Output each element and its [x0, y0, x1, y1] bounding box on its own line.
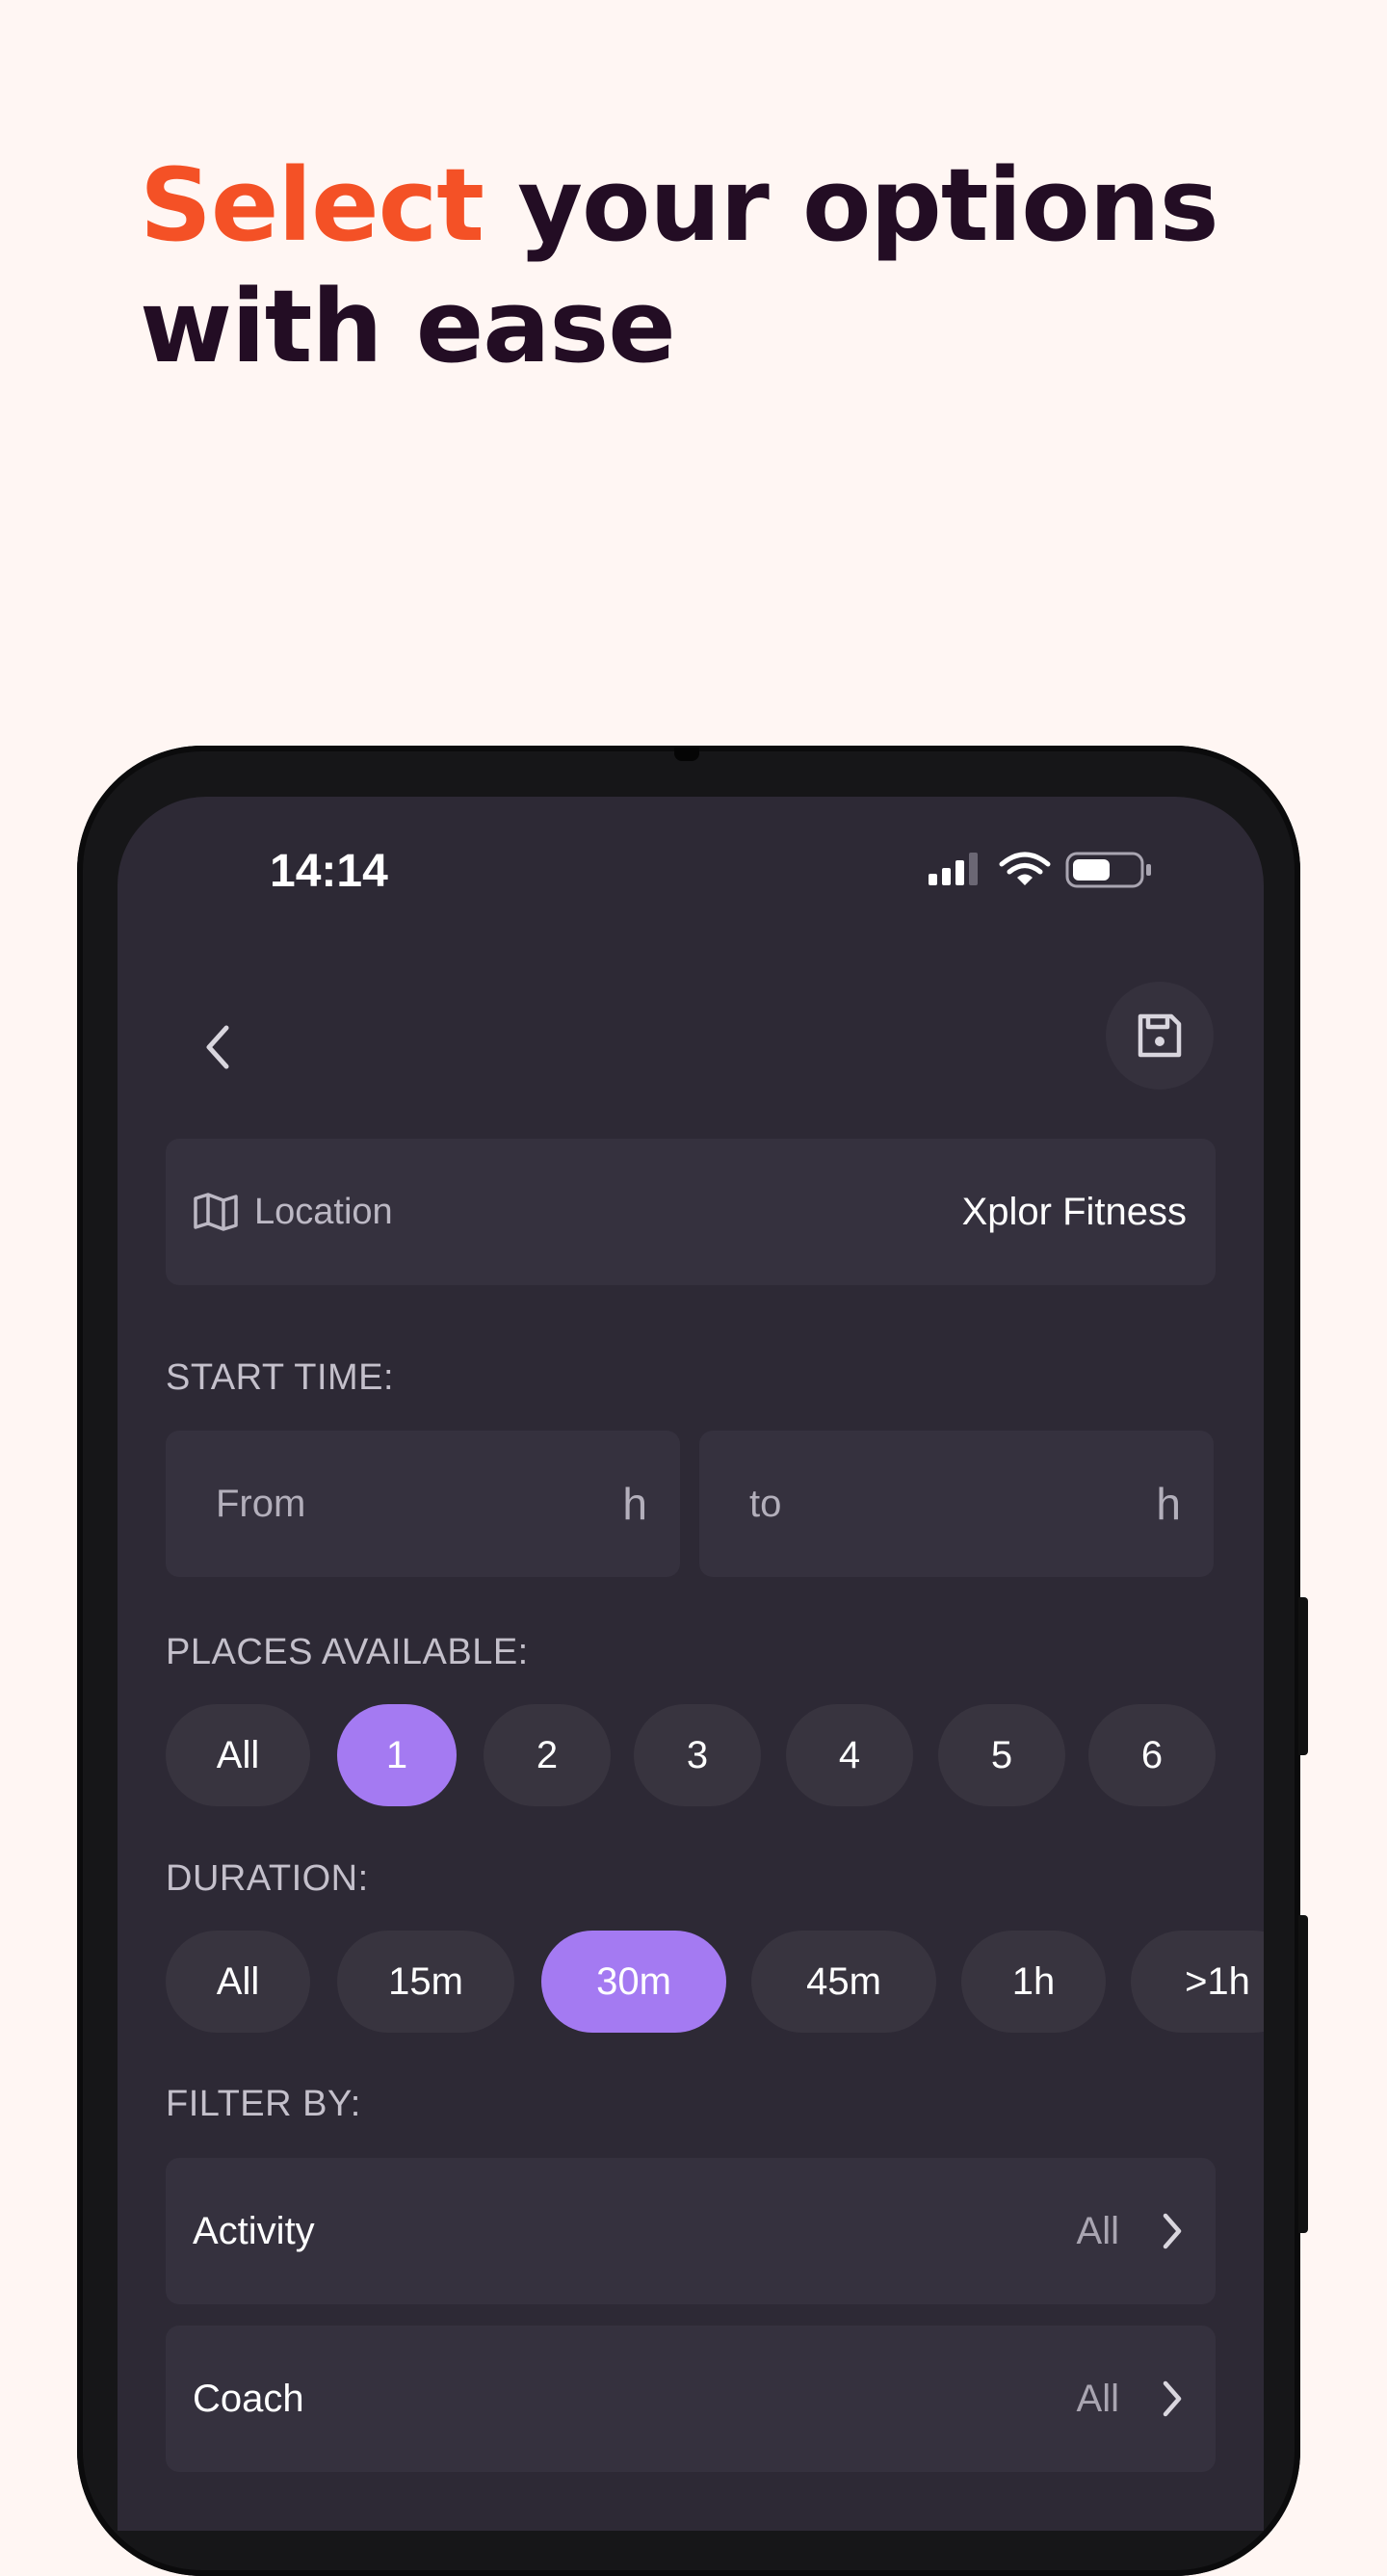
places-chip-4[interactable]: 4 — [786, 1704, 913, 1806]
from-unit: h — [622, 1479, 647, 1529]
duration-chip-45m[interactable]: 45m — [751, 1931, 936, 2033]
phone-side-button — [1298, 1597, 1308, 1755]
headline-line2: with ease — [140, 268, 676, 385]
places-chip-all[interactable]: All — [166, 1704, 310, 1806]
headline-accent: Select — [140, 146, 484, 264]
start-time-title: START TIME: — [166, 1357, 395, 1398]
duration-title: DURATION: — [166, 1858, 369, 1899]
places-chip-3[interactable]: 3 — [634, 1704, 761, 1806]
duration-chip-over-1h[interactable]: >1h — [1131, 1931, 1264, 2033]
location-label: Location — [254, 1192, 393, 1232]
back-button[interactable] — [180, 1009, 257, 1086]
filter-activity-row[interactable]: Activity All — [166, 2158, 1216, 2304]
signal-icon — [929, 853, 978, 885]
status-icons — [929, 851, 1169, 894]
places-chip-1[interactable]: 1 — [337, 1704, 457, 1806]
page-headline: Select your options with ease — [140, 145, 1219, 387]
duration-chip-1h[interactable]: 1h — [961, 1931, 1106, 2033]
location-value: Xplor Fitness — [961, 1191, 1187, 1233]
chevron-left-icon — [206, 1025, 229, 1069]
filter-coach-row[interactable]: Coach All — [166, 2326, 1216, 2472]
map-icon — [194, 1193, 238, 1231]
location-selector[interactable]: Location Xplor Fitness — [166, 1139, 1216, 1285]
chevron-right-icon — [1163, 2380, 1182, 2417]
phone-side-button — [1298, 1915, 1308, 2233]
battery-icon — [1065, 852, 1151, 888]
wifi-icon — [999, 852, 1051, 885]
places-chip-6[interactable]: 6 — [1088, 1704, 1216, 1806]
filter-coach-value: All — [1076, 2378, 1119, 2420]
floppy-disk-icon — [1138, 1013, 1182, 1058]
filter-activity-value: All — [1076, 2210, 1119, 2252]
places-title: PLACES AVAILABLE: — [166, 1632, 529, 1672]
to-unit: h — [1156, 1479, 1181, 1529]
filter-activity-label: Activity — [193, 2210, 315, 2252]
from-placeholder: From — [216, 1483, 306, 1525]
to-placeholder: to — [749, 1483, 782, 1525]
duration-chip-15m[interactable]: 15m — [337, 1931, 514, 2033]
duration-chip-all[interactable]: All — [166, 1931, 310, 2033]
phone-camera — [674, 748, 699, 761]
status-time: 14:14 — [270, 846, 388, 897]
filter-coach-label: Coach — [193, 2378, 304, 2420]
places-chip-5[interactable]: 5 — [938, 1704, 1065, 1806]
app-screen: 14:14 Location Xplor Fitness START TIME:… — [118, 797, 1264, 2531]
headline-rest: your options — [483, 146, 1218, 264]
start-time-to-field[interactable]: to h — [699, 1431, 1214, 1577]
places-chip-2[interactable]: 2 — [484, 1704, 611, 1806]
save-button[interactable] — [1106, 982, 1214, 1090]
start-time-from-field[interactable]: From h — [166, 1431, 680, 1577]
duration-chip-30m[interactable]: 30m — [541, 1931, 726, 2033]
chevron-right-icon — [1163, 2213, 1182, 2249]
filter-title: FILTER BY: — [166, 2084, 361, 2124]
